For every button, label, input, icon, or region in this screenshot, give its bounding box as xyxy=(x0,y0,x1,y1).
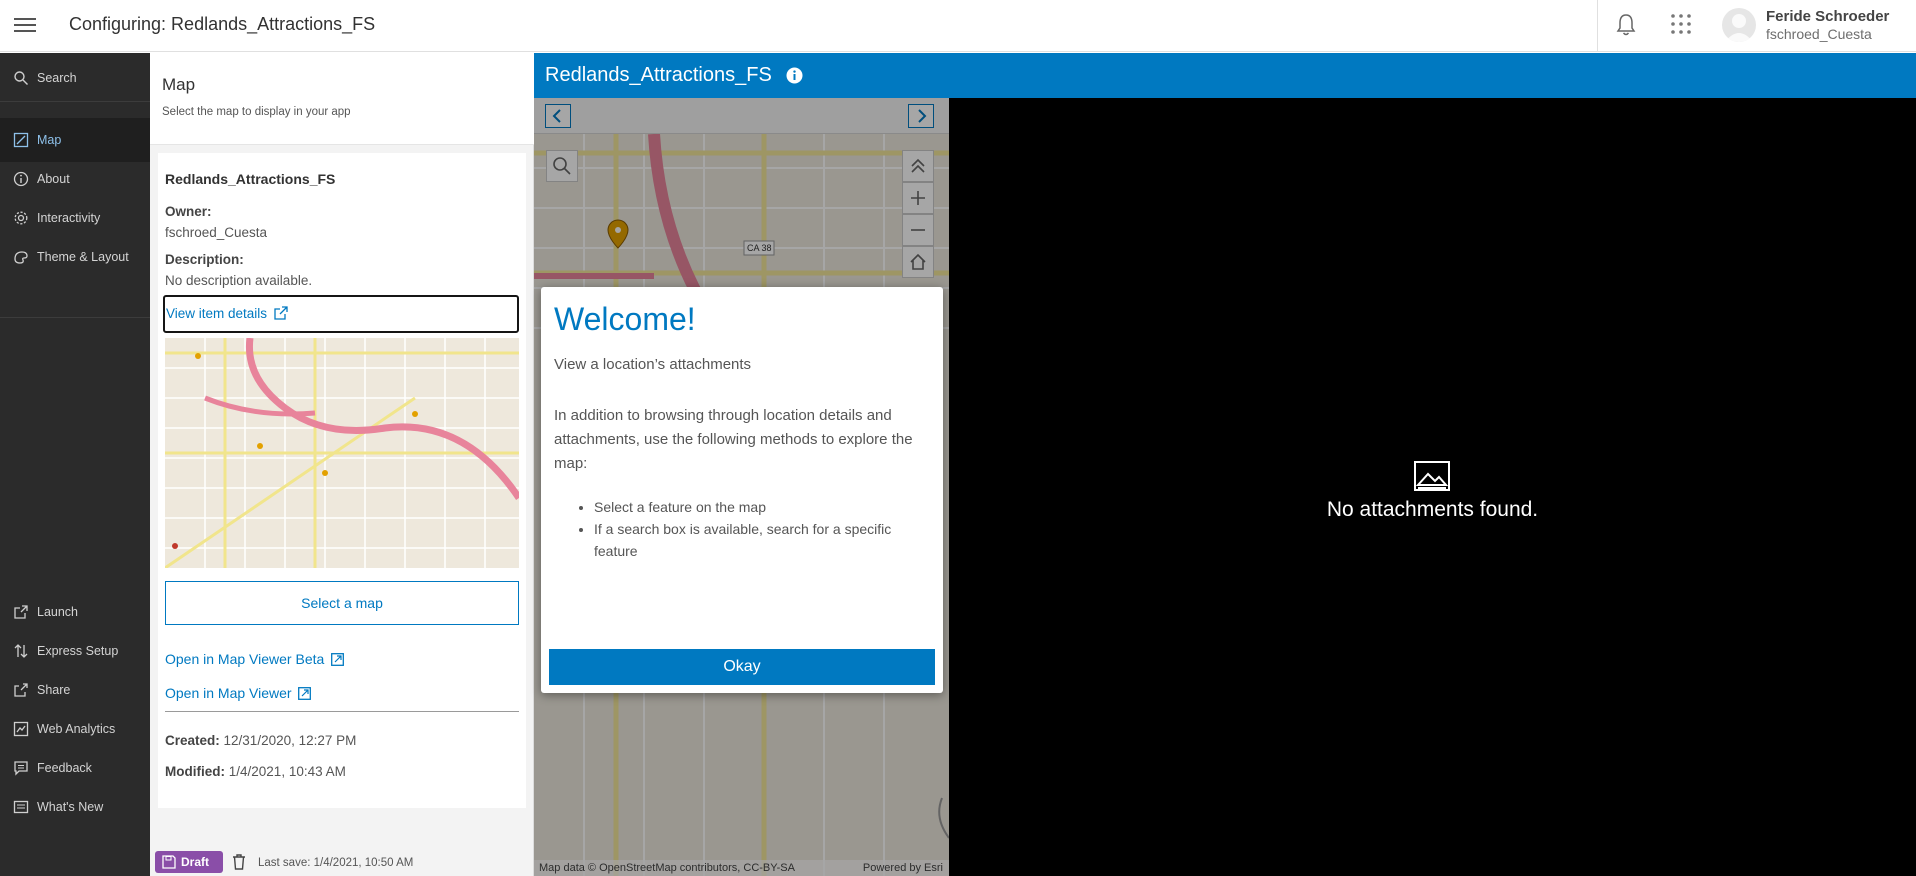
modal-body: In addition to browsing through location… xyxy=(554,407,913,472)
whats-new-icon xyxy=(13,800,29,814)
created-row: Created: 12/31/2020, 12:27 PM xyxy=(165,733,356,748)
open-external-icon xyxy=(298,687,312,700)
nav-item-web-analytics[interactable]: Web Analytics xyxy=(0,707,150,751)
modified-label: Modified: xyxy=(165,764,225,779)
external-link-icon xyxy=(274,306,288,320)
okay-button[interactable]: Okay xyxy=(549,649,935,685)
left-nav: Search Map About Interactivity Theme & L… xyxy=(0,53,150,876)
user-name[interactable]: Feride Schroeder xyxy=(1766,8,1889,25)
nav-item-share[interactable]: Share xyxy=(0,668,150,712)
nav-item-launch[interactable]: Launch xyxy=(0,590,150,634)
nav-item-label: Express Setup xyxy=(37,644,119,658)
view-item-details-link[interactable]: View item details xyxy=(163,295,519,333)
description-label: Description: xyxy=(165,252,244,267)
open-map-viewer-link[interactable]: Open in Map Viewer xyxy=(165,685,312,701)
feedback-icon xyxy=(14,761,28,776)
modal-list: Select a feature on the map If a search … xyxy=(594,496,924,562)
search-icon xyxy=(14,70,28,85)
app-launcher-icon[interactable] xyxy=(1670,13,1692,35)
nav-item-label: Launch xyxy=(37,605,79,619)
app-header: Configuring: Redlands_Attractions_FS Fer… xyxy=(0,0,1916,52)
nav-item-label: What's New xyxy=(37,800,104,814)
nav-item-label: Theme & Layout xyxy=(37,250,129,264)
nav-item-label: Interactivity xyxy=(37,211,101,225)
sort-arrows-icon xyxy=(14,644,28,658)
header-divider xyxy=(1597,0,1598,52)
page-title: Configuring: Redlands_Attractions_FS xyxy=(69,14,376,34)
launch-icon xyxy=(14,605,28,619)
panel-title: Map xyxy=(162,75,196,94)
share-icon xyxy=(14,683,28,697)
select-map-button[interactable]: Select a map xyxy=(165,581,519,625)
last-save-text: Last save: 1/4/2021, 10:50 AM xyxy=(258,857,414,869)
app-preview-title: Redlands_Attractions_FS xyxy=(545,64,772,86)
image-icon xyxy=(1414,461,1450,491)
gear-icon xyxy=(14,211,28,225)
panel-header: Map Select the map to display in your ap… xyxy=(150,53,534,145)
view-item-details-label: View item details xyxy=(166,306,268,321)
list-item: If a search box is available, search for… xyxy=(594,518,924,562)
map-name: Redlands_Attractions_FS xyxy=(165,171,336,187)
palette-icon xyxy=(14,251,28,264)
save-icon xyxy=(162,855,176,869)
description-value: No description available. xyxy=(165,273,313,288)
avatar[interactable] xyxy=(1722,8,1756,42)
nav-item-interactivity[interactable]: Interactivity xyxy=(0,196,150,240)
modified-row: Modified: 1/4/2021, 10:43 AM xyxy=(165,764,346,779)
info-icon xyxy=(13,171,29,187)
open-external-icon xyxy=(331,653,345,666)
map-edit-icon xyxy=(13,132,29,148)
nav-item-label: Share xyxy=(37,683,71,697)
attachments-panel: No attachments found. xyxy=(949,98,1916,876)
info-circle-icon[interactable] xyxy=(786,67,803,84)
nav-item-theme-layout[interactable]: Theme & Layout xyxy=(0,235,150,279)
owner-value: fschroed_Cuesta xyxy=(165,225,268,240)
panel-subtitle: Select the map to display in your app xyxy=(162,106,351,118)
nav-search-label: Search xyxy=(37,70,77,85)
open-map-viewer-beta-label: Open in Map Viewer Beta xyxy=(165,651,325,667)
list-item: Select a feature on the map xyxy=(594,496,924,518)
open-map-viewer-label: Open in Map Viewer xyxy=(165,685,292,701)
modified-value: 1/4/2021, 10:43 AM xyxy=(228,764,346,779)
user-id[interactable]: fschroed_Cuesta xyxy=(1766,26,1872,42)
created-value: 12/31/2020, 12:27 PM xyxy=(223,733,357,748)
nav-item-map[interactable]: Map xyxy=(0,118,150,162)
welcome-modal: Welcome! View a location’s attachments I… xyxy=(541,287,943,693)
nav-item-express-setup[interactable]: Express Setup xyxy=(0,629,150,673)
map-card: Redlands_Attractions_FS Owner: fschroed_… xyxy=(158,153,526,808)
bell-icon[interactable] xyxy=(1615,12,1637,38)
trash-icon[interactable] xyxy=(232,853,246,871)
config-panel: Map Select the map to display in your ap… xyxy=(150,53,534,876)
map-thumbnail-image xyxy=(165,338,519,568)
nav-item-about[interactable]: About xyxy=(0,157,150,201)
draft-badge: Draft xyxy=(155,851,223,873)
card-divider xyxy=(165,711,519,712)
map-thumbnail xyxy=(165,338,519,568)
draft-label: Draft xyxy=(181,855,210,869)
nav-item-whats-new[interactable]: What's New xyxy=(0,785,150,829)
nav-search[interactable]: Search xyxy=(0,54,150,102)
nav-divider xyxy=(0,317,150,318)
modal-subtitle: View a location’s attachments xyxy=(554,356,752,373)
nav-item-label: Feedback xyxy=(37,761,92,775)
nav-item-feedback[interactable]: Feedback xyxy=(0,746,150,790)
analytics-icon xyxy=(13,721,29,737)
app-preview-header: Redlands_Attractions_FS xyxy=(534,53,1916,98)
owner-label: Owner: xyxy=(165,204,212,219)
menu-icon[interactable] xyxy=(14,14,36,34)
nav-item-label: Map xyxy=(37,133,62,147)
created-label: Created: xyxy=(165,733,220,748)
nav-item-label: About xyxy=(37,172,70,186)
open-map-viewer-beta-link[interactable]: Open in Map Viewer Beta xyxy=(165,651,345,667)
modal-title: Welcome! xyxy=(554,301,696,337)
user-icon xyxy=(1725,14,1753,42)
no-attachments-text: No attachments found. xyxy=(1326,498,1539,521)
nav-item-label: Web Analytics xyxy=(37,722,116,736)
